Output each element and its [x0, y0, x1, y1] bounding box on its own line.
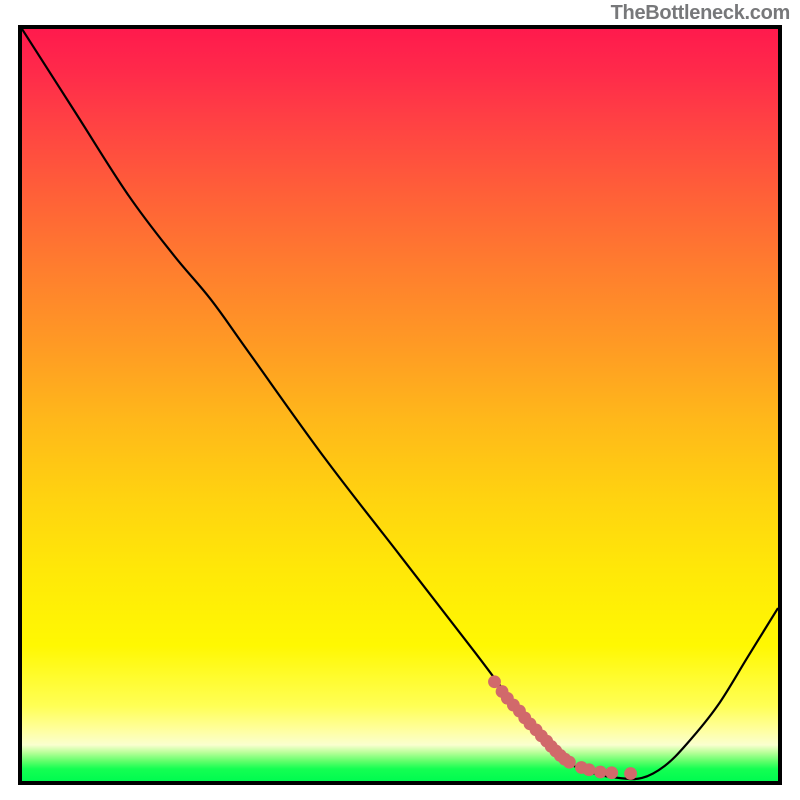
chart-dot — [583, 763, 596, 776]
chart-curve — [22, 29, 778, 779]
chart-dots — [488, 675, 637, 780]
chart-dot — [624, 767, 637, 780]
chart-dot — [563, 756, 576, 769]
attribution-text: TheBottleneck.com — [611, 2, 790, 25]
chart-svg — [22, 29, 778, 781]
chart-dot — [605, 766, 618, 779]
chart-plot-area — [18, 25, 782, 785]
chart-dot — [594, 766, 607, 779]
